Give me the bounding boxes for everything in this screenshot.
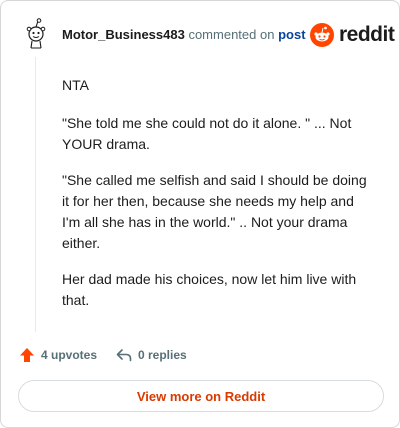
username-link[interactable]: Motor_Business483	[62, 27, 185, 42]
avatar-icon[interactable]	[21, 17, 51, 51]
reddit-snoo-icon	[310, 23, 334, 47]
view-more-on-reddit-button[interactable]: View more on Reddit	[18, 380, 384, 412]
post-link[interactable]: post	[278, 27, 305, 42]
comment-paragraph: Her dad made his choices, now let him li…	[62, 271, 357, 308]
upvote-button[interactable]: 4 upvotes	[19, 344, 97, 366]
byline-verb: commented on	[188, 27, 275, 42]
comment-paragraph: "She told me she could not do it alone. …	[62, 115, 352, 152]
reply-count: 0 replies	[138, 348, 187, 362]
reply-arrow-icon	[116, 349, 132, 362]
reddit-wordmark: reddit	[339, 23, 395, 46]
comment-paragraph: NTA	[62, 77, 89, 93]
upvote-count: 4 upvotes	[41, 348, 98, 362]
comment-byline: Motor_Business483 commented on post	[62, 27, 306, 43]
comment-header: Motor_Business483 commented on post redd…	[17, 15, 395, 55]
upvote-arrow-icon	[20, 348, 34, 362]
thread-line	[35, 57, 36, 332]
reply-button[interactable]: 0 replies	[116, 344, 187, 366]
comment-body: NTA "She told me she could not do it alo…	[62, 75, 367, 326]
comment-embed-card: Motor_Business483 commented on post redd…	[0, 0, 400, 428]
comment-paragraph: "She called me selfish and said I should…	[62, 172, 367, 251]
comment-actions: 4 upvotes 0 replies	[19, 344, 379, 366]
